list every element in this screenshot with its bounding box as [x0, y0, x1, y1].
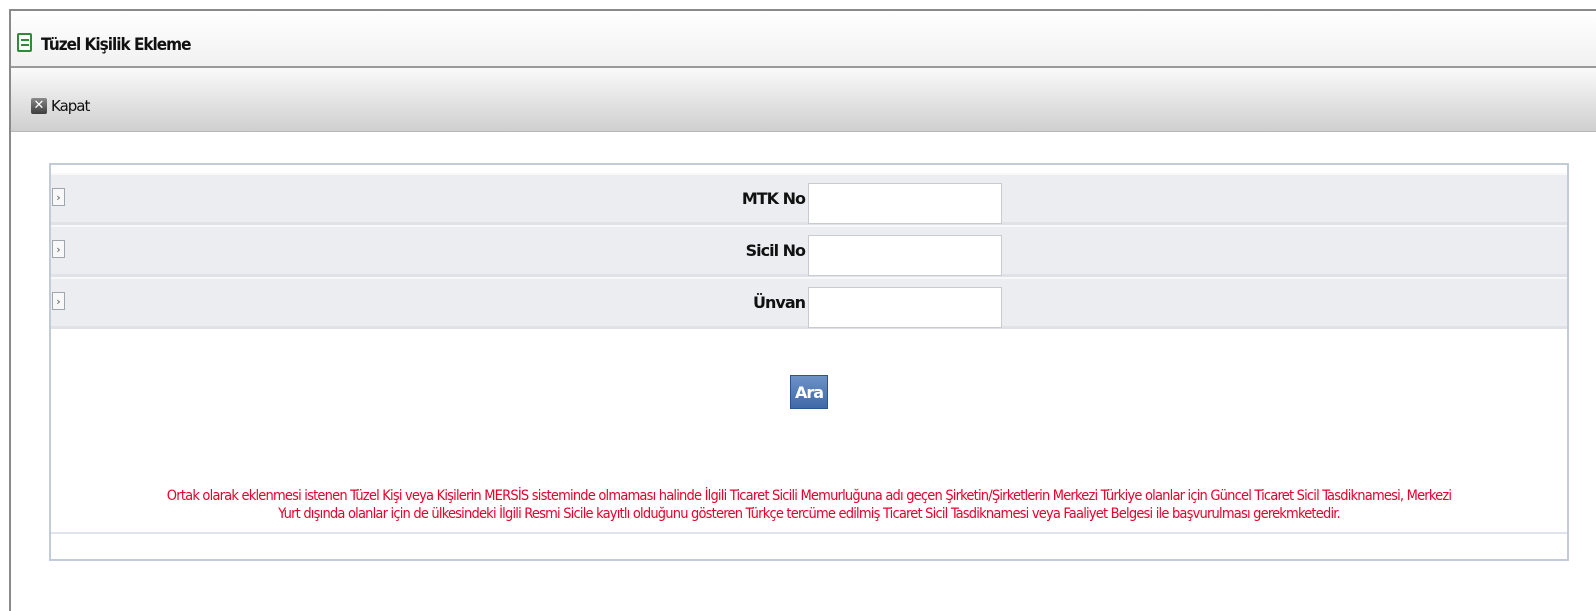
sicil-no-label: Sicil No :	[745, 241, 816, 260]
close-button-label: Kapat	[51, 97, 90, 115]
expand-icon[interactable]: ›	[52, 240, 65, 258]
window-title: Tüzel Kişilik Ekleme	[41, 35, 191, 55]
mtk-no-label: MTK No :	[741, 189, 816, 208]
title-bar: Tüzel Kişilik Ekleme	[11, 11, 1596, 68]
notice-line-1: Ortak olarak eklenmesi istenen Tüzel Kiş…	[166, 488, 1452, 504]
unvan-label: Ünvan :	[753, 293, 816, 312]
form-row-mtk-no: › MTK No :	[51, 173, 1567, 225]
search-panel: › MTK No : › Sicil No : › Ünvan : Ara Or…	[49, 163, 1569, 561]
expand-icon[interactable]: ›	[52, 292, 65, 310]
unvan-input[interactable]	[808, 287, 1002, 328]
search-button[interactable]: Ara	[790, 375, 828, 409]
divider	[51, 532, 1567, 534]
toolbar: ✕ Kapat	[11, 68, 1596, 132]
form-row-sicil-no: › Sicil No :	[51, 225, 1567, 277]
notice-line-2: Yurt dışında olanlar için de ülkesindeki…	[278, 506, 1341, 522]
close-icon: ✕	[31, 98, 47, 114]
close-button[interactable]: ✕ Kapat	[31, 96, 90, 116]
mtk-no-input[interactable]	[808, 183, 1002, 224]
expand-icon[interactable]: ›	[52, 188, 65, 206]
form-row-unvan: › Ünvan :	[51, 277, 1567, 329]
sicil-no-input[interactable]	[808, 235, 1002, 276]
notice-text: Ortak olarak eklenmesi istenen Tüzel Kiş…	[53, 487, 1565, 523]
window: Tüzel Kişilik Ekleme ✕ Kapat › MTK No : …	[9, 9, 1596, 611]
form-icon	[17, 33, 32, 52]
